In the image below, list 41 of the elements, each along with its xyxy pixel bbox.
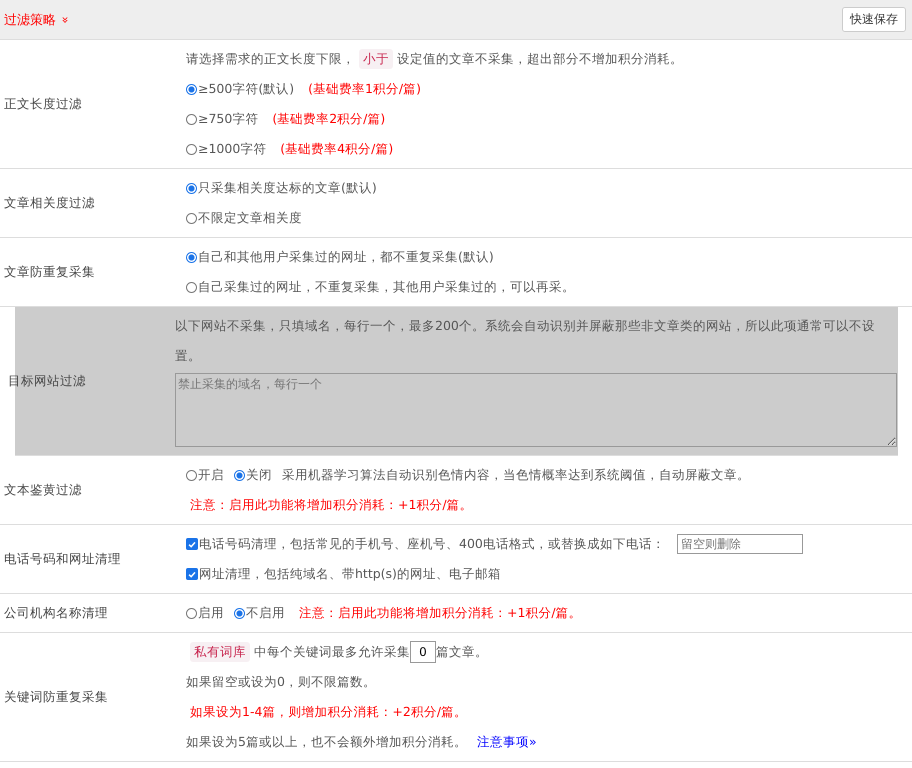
quick-save-button[interactable]: 快速保存 [842, 7, 906, 32]
radio-option[interactable]: 开启 [186, 460, 224, 490]
note-text: (基础费率4积分/篇) [280, 140, 394, 158]
radio-option[interactable]: 启用 [186, 598, 224, 628]
radio-option[interactable]: ≥1000字符 [186, 134, 266, 164]
description-text: 如果设为5篇或以上，也不会额外增加积分消耗。 [186, 733, 467, 751]
row-label: 文章相关度过滤 [4, 194, 95, 212]
radio-option[interactable]: 不启用 [234, 598, 285, 628]
note-text: 如果设为1-4篇，则增加积分消耗：+2积分/篇。 [190, 703, 468, 721]
checkbox-option[interactable]: 网址清理，包括纯域名、带http(s)的网址、电子邮箱 [186, 559, 501, 589]
description-text: 设定值的文章不采集，超出部分不增加积分消耗。 [397, 50, 683, 68]
note-text: 注意：启用此功能将增加积分消耗：+1积分/篇。 [190, 496, 473, 514]
notes-link[interactable]: 注意事项» [476, 727, 537, 757]
note-text: (基础费率1积分/篇) [308, 80, 422, 98]
row-label: 正文长度过滤 [4, 96, 82, 112]
description-text: 如果留空或设为0，则不限篇数。 [186, 673, 376, 691]
description-text: 篇文章。 [436, 643, 488, 661]
row-label: 电话号码和网址清理 [4, 550, 121, 568]
radio-option[interactable]: 自己和其他用户采集过的网址，都不重复采集(默认) [186, 242, 494, 272]
code-tag: 小于 [359, 49, 393, 69]
radio-option[interactable]: 只采集相关度达标的文章(默认) [186, 173, 377, 203]
description-text: 采用机器学习算法自动识别色情内容，当色情概率达到系统阈值，自动屏蔽文章。 [282, 466, 750, 484]
row-label: 公司机构名称清理 [4, 604, 108, 622]
radio-option[interactable]: 自己采集过的网址，不重复采集，其他用户采集过的，可以再采。 [186, 272, 575, 302]
row-label: 关键词防重复采集 [4, 688, 108, 706]
radio-option[interactable]: ≥500字符(默认) [186, 74, 294, 104]
row-label: 文章防重复采集 [4, 264, 95, 280]
count-input-field[interactable]: 0 [410, 641, 436, 663]
description-text: 以下网站不采集，只填域名，每行一个，最多200个。系统会自动识别并屏蔽那些非文章类的网站，所以此项通常可以不设置。 [175, 317, 876, 365]
checkbox-option[interactable]: 电话号码清理，包括常见的手机号、座机号、400电话格式，或替换成如下电话： [186, 529, 665, 559]
description-text: 请选择需求的正文长度下限， [186, 50, 355, 68]
note-text: (基础费率2积分/篇) [272, 110, 386, 128]
description-text: 中每个关键词最多允许采集 [254, 643, 410, 661]
row-label: 目标网站过滤 [8, 372, 86, 390]
radio-option[interactable]: 不限定文章相关度 [186, 203, 302, 233]
radio-option[interactable]: 关闭 [234, 460, 272, 490]
phone-input-field[interactable]: 留空则删除 [676, 534, 803, 554]
radio-option[interactable]: ≥750字符 [186, 104, 258, 134]
row-label: 文本鉴黄过滤 [4, 482, 82, 498]
code-tag: 私有词库 [190, 642, 250, 662]
note-text: 注意：启用此功能将增加积分消耗：+1积分/篇。 [299, 604, 582, 622]
